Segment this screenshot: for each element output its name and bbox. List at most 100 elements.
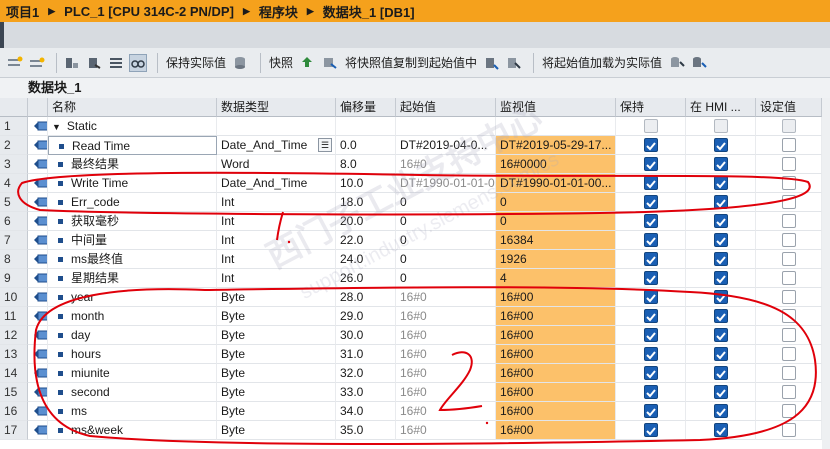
table-row[interactable]: 5 Err_code Int 18.0 0 0: [0, 193, 830, 212]
datatype-cell[interactable]: Int: [217, 193, 336, 212]
hmi-checkbox[interactable]: [713, 271, 728, 285]
setpoint-checkbox[interactable]: [781, 347, 796, 361]
variable-name[interactable]: 获取毫秒: [48, 212, 217, 231]
setpoint-checkbox[interactable]: [781, 214, 796, 228]
load-db-icon[interactable]: [668, 54, 686, 72]
hmi-checkbox[interactable]: [713, 290, 728, 304]
retain-checkbox[interactable]: [643, 423, 658, 437]
hmi-checkbox[interactable]: [713, 252, 728, 266]
header-datatype[interactable]: 数据类型: [217, 98, 336, 117]
insert-row-icon[interactable]: [6, 54, 24, 72]
hmi-checkbox[interactable]: [713, 328, 728, 342]
variable-name[interactable]: Err_code: [48, 193, 217, 212]
datatype-cell[interactable]: Int: [217, 231, 336, 250]
snapshot-upload-icon[interactable]: [299, 54, 317, 72]
retain-checkbox[interactable]: [643, 233, 658, 247]
datatype-cell[interactable]: Word: [217, 155, 336, 174]
collapse-icon[interactable]: [85, 54, 103, 72]
table-row[interactable]: 13 hours Byte 31.0 16#0 16#00: [0, 345, 830, 364]
setpoint-checkbox[interactable]: [781, 309, 796, 323]
variable-name[interactable]: ms最终值: [48, 250, 217, 269]
retain-checkbox[interactable]: [643, 347, 658, 361]
setpoint-checkbox[interactable]: [781, 138, 796, 152]
variable-name[interactable]: ms: [48, 402, 217, 421]
start-value-cell[interactable]: [396, 117, 496, 136]
hmi-checkbox[interactable]: [713, 195, 728, 209]
datatype-cell[interactable]: Byte: [217, 345, 336, 364]
table-row[interactable]: 17 ms&week Byte 35.0 16#0 16#00: [0, 421, 830, 440]
hmi-checkbox[interactable]: [713, 366, 728, 380]
copy-to-start-icon[interactable]: [483, 54, 501, 72]
hmi-checkbox[interactable]: [713, 233, 728, 247]
breadcrumb-plc[interactable]: PLC_1 [CPU 314C-2 PN/DP]: [64, 4, 234, 19]
add-row-icon[interactable]: [28, 54, 46, 72]
setpoint-checkbox[interactable]: [781, 290, 796, 304]
vertical-scrollbar[interactable]: [822, 98, 830, 449]
start-value-cell[interactable]: 0: [396, 250, 496, 269]
collapse-triangle-icon[interactable]: ▼: [52, 118, 61, 135]
setpoint-checkbox[interactable]: [781, 252, 796, 266]
datatype-cell[interactable]: Byte: [217, 326, 336, 345]
variable-name[interactable]: Read Time: [48, 136, 217, 155]
hmi-checkbox[interactable]: [713, 385, 728, 399]
datatype-cell[interactable]: Byte: [217, 421, 336, 440]
header-hmi[interactable]: 在 HMI ...: [686, 98, 756, 117]
snapshot-button[interactable]: 快照: [269, 54, 293, 71]
setpoint-checkbox[interactable]: [781, 423, 796, 437]
datatype-cell[interactable]: Date_And_Time: [217, 174, 336, 193]
setpoint-checkbox[interactable]: [781, 271, 796, 285]
table-row[interactable]: 2 Read Time Date_And_Time ☰ 0.0 DT#2019-04-0.…: [0, 136, 830, 155]
start-value-cell[interactable]: 16#0: [396, 326, 496, 345]
copy-to-start-alt-icon[interactable]: [505, 54, 523, 72]
variable-name[interactable]: ms&week: [48, 421, 217, 440]
expand-icon[interactable]: [63, 54, 81, 72]
retain-checkbox[interactable]: [643, 385, 658, 399]
variable-name[interactable]: 星期结果: [48, 269, 217, 288]
retain-checkbox[interactable]: [643, 309, 658, 323]
hmi-checkbox[interactable]: [713, 309, 728, 323]
start-value-cell[interactable]: 0: [396, 193, 496, 212]
table-row[interactable]: 16 ms Byte 34.0 16#0 16#00: [0, 402, 830, 421]
start-value-cell[interactable]: 16#0: [396, 288, 496, 307]
datatype-cell[interactable]: Int: [217, 212, 336, 231]
table-row[interactable]: 15 second Byte 33.0 16#0 16#00: [0, 383, 830, 402]
table-row[interactable]: 12 day Byte 30.0 16#0 16#00: [0, 326, 830, 345]
snapshot-download-icon[interactable]: [321, 54, 339, 72]
table-row[interactable]: 9 星期结果 Int 26.0 0 4: [0, 269, 830, 288]
retain-checkbox[interactable]: [643, 119, 658, 133]
retain-checkbox[interactable]: [643, 157, 658, 171]
start-value-cell[interactable]: DT#1990-01-01-0...: [396, 174, 496, 193]
start-value-cell[interactable]: 0: [396, 212, 496, 231]
start-value-cell[interactable]: 16#0: [396, 402, 496, 421]
load-db-alt-icon[interactable]: [690, 54, 708, 72]
hmi-checkbox[interactable]: [713, 404, 728, 418]
variable-name[interactable]: month: [48, 307, 217, 326]
table-row[interactable]: 10 year Byte 28.0 16#0 16#00: [0, 288, 830, 307]
database-icon[interactable]: [232, 54, 250, 72]
variable-name[interactable]: 中间量: [48, 231, 217, 250]
table-row[interactable]: 1 ▼ Static: [0, 117, 830, 136]
setpoint-checkbox[interactable]: [781, 328, 796, 342]
copy-snapshot-to-start-button[interactable]: 将快照值复制到起始值中: [345, 54, 477, 71]
start-value-cell[interactable]: DT#2019-04-0...: [396, 136, 496, 155]
start-value-cell[interactable]: 16#0: [396, 307, 496, 326]
hmi-checkbox[interactable]: [713, 347, 728, 361]
table-row[interactable]: 8 ms最终值 Int 24.0 0 1926: [0, 250, 830, 269]
retain-checkbox[interactable]: [643, 252, 658, 266]
type-picker-icon[interactable]: ☰: [318, 138, 332, 152]
datatype-cell[interactable]: Int: [217, 250, 336, 269]
retain-checkbox[interactable]: [643, 328, 658, 342]
variable-name[interactable]: day: [48, 326, 217, 345]
table-row[interactable]: 14 miunite Byte 32.0 16#0 16#00: [0, 364, 830, 383]
table-row[interactable]: 7 中间量 Int 22.0 0 16384: [0, 231, 830, 250]
datatype-cell[interactable]: Int: [217, 269, 336, 288]
variable-name[interactable]: year: [48, 288, 217, 307]
datatype-cell[interactable]: Date_And_Time ☰: [217, 136, 336, 155]
list-view-icon[interactable]: [107, 54, 125, 72]
variable-name[interactable]: miunite: [48, 364, 217, 383]
retain-checkbox[interactable]: [643, 214, 658, 228]
hmi-checkbox[interactable]: [713, 119, 728, 133]
hmi-checkbox[interactable]: [713, 214, 728, 228]
retain-checkbox[interactable]: [643, 290, 658, 304]
start-value-cell[interactable]: 16#0: [396, 421, 496, 440]
